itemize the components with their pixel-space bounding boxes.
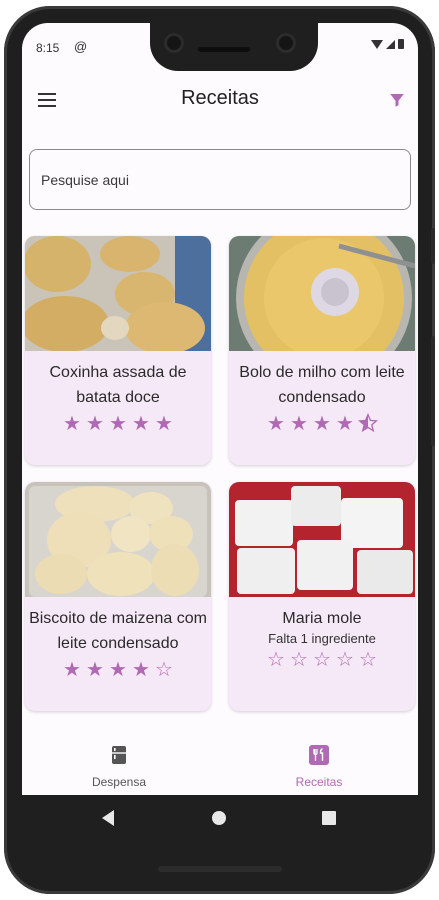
rating-stars: ★ ★ ★ ★ ★ (25, 413, 211, 435)
nav-label: Despensa (91, 775, 147, 789)
status-time: 8:15 (36, 41, 60, 55)
star-outline-icon: ☆ (290, 649, 308, 671)
volume-button (431, 336, 435, 446)
rating-stars: ☆ ☆ ☆ ☆ ☆ (229, 649, 415, 671)
rating-stars: ★ ★ ★ ★ ☆ (25, 659, 211, 681)
power-button (431, 228, 435, 264)
app-bar: Receitas (22, 79, 418, 123)
star-outline-icon: ☆ (267, 649, 285, 671)
recipe-title: Bolo de milho com leite condensado (239, 364, 405, 406)
recipe-image-coxinha (25, 236, 211, 351)
recipe-card[interactable]: Bolo de milho com leite condensado ★ ★ ★… (229, 236, 415, 465)
recents-icon[interactable] (322, 811, 336, 825)
bottom-navigation: Despensa Receitas (22, 723, 418, 795)
star-outline-icon: ☆ (155, 659, 173, 681)
battery-icon (398, 39, 404, 49)
star-filled-icon: ★ (63, 659, 81, 681)
back-icon[interactable] (102, 810, 114, 826)
missing-ingredient-note: Falta 1 ingrediente (268, 631, 376, 646)
recipe-card[interactable]: Biscoito de maizena com leite condensado… (25, 482, 211, 711)
star-filled-icon: ★ (132, 413, 150, 435)
rating-stars: ★ ★ ★ ★ (229, 412, 415, 438)
star-filled-icon: ★ (63, 413, 81, 435)
recipe-title: Biscoito de maizena com leite condensado (29, 610, 207, 652)
search-input[interactable] (29, 149, 411, 210)
recipe-image-biscoito (25, 482, 211, 597)
camera-notch (150, 23, 318, 71)
star-filled-icon: ★ (290, 413, 308, 435)
bottom-speaker (158, 866, 282, 872)
filter-icon[interactable] (388, 91, 406, 109)
signal-icon (386, 39, 395, 49)
status-icons (371, 39, 404, 49)
star-filled-icon: ★ (109, 659, 127, 681)
home-icon[interactable] (212, 811, 226, 825)
wifi-icon (371, 39, 383, 49)
recipe-image-bolo (229, 236, 415, 351)
star-outline-icon: ☆ (336, 649, 354, 671)
at-icon: @ (74, 39, 88, 54)
nav-label: Receitas (295, 775, 343, 789)
star-filled-icon: ★ (109, 413, 127, 435)
star-half-icon (358, 412, 378, 438)
star-filled-icon: ★ (336, 413, 354, 435)
star-filled-icon: ★ (267, 413, 285, 435)
star-outline-icon: ☆ (313, 649, 331, 671)
system-navigation-bar (22, 795, 418, 841)
page-title: Receitas (181, 87, 259, 109)
front-camera (164, 33, 184, 53)
restaurant-icon (309, 745, 329, 765)
nav-item-receitas[interactable]: Receitas (244, 745, 394, 789)
star-filled-icon: ★ (86, 659, 104, 681)
star-filled-icon: ★ (132, 659, 150, 681)
star-outline-icon: ☆ (359, 649, 377, 671)
recipe-title: Maria mole (282, 610, 362, 627)
star-filled-icon: ★ (313, 413, 331, 435)
recipe-card[interactable]: Coxinha assada de batata doce ★ ★ ★ ★ ★ (25, 236, 211, 465)
recipe-card[interactable]: Maria mole Falta 1 ingrediente ☆ ☆ ☆ ☆ ☆ (229, 482, 415, 711)
app-screen: 8:15 @ Receitas Pesquise aqui Coxinha as… (22, 23, 418, 795)
star-filled-icon: ★ (86, 413, 104, 435)
nav-item-despensa[interactable]: Despensa (44, 745, 194, 789)
front-camera-2 (276, 33, 296, 53)
star-filled-icon: ★ (155, 413, 173, 435)
recipe-title: Coxinha assada de batata doce (49, 364, 187, 406)
recipe-image-maria-mole (229, 482, 415, 597)
fridge-icon (112, 746, 126, 764)
earpiece (198, 47, 250, 52)
